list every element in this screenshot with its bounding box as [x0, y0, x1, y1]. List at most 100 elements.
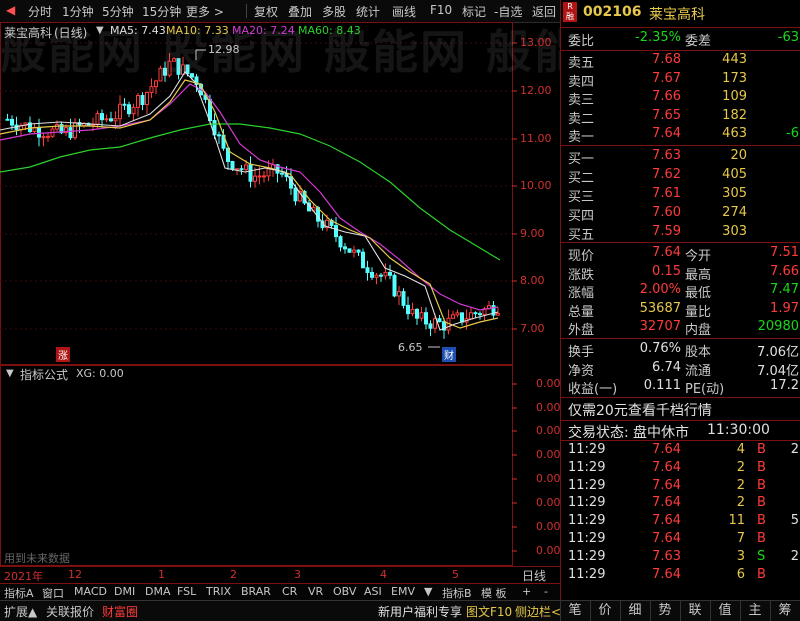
- ask-volume: 109: [722, 89, 747, 105]
- indicator-collapse-icon[interactable]: ▼: [6, 368, 14, 379]
- tick-row: 11:29 7.64 11 B 5: [561, 513, 800, 531]
- related-quote-button[interactable]: 关联报价: [46, 603, 94, 620]
- tick-row: 11:29 7.64 7 B: [561, 531, 800, 549]
- tick-volume: 4: [736, 442, 745, 457]
- tab-macd[interactable]: MACD: [74, 585, 107, 598]
- indicator-axis-label: 0.00: [536, 544, 561, 557]
- tab-emv[interactable]: EMV: [391, 585, 415, 598]
- x-axis-label: 5: [452, 568, 459, 581]
- candle-body: [383, 271, 388, 277]
- side-tab[interactable]: 主: [740, 601, 769, 621]
- bid-row: 买五 7.59 303: [561, 224, 800, 243]
- ma20-value: MA20: 7.24: [232, 24, 295, 37]
- candle-body: [37, 127, 41, 138]
- tab-brar[interactable]: BRAR: [241, 585, 271, 598]
- candle-body: [397, 291, 401, 297]
- toolbar-item-f10[interactable]: F10: [430, 3, 452, 17]
- tab-zoom-out[interactable]: -: [544, 585, 548, 598]
- tab-dma[interactable]: DMA: [145, 585, 171, 598]
- candle-body: [244, 164, 248, 171]
- stat-label: 量比: [685, 304, 712, 320]
- tab-obv[interactable]: OBV: [333, 585, 356, 598]
- x-axis: 2021年 12 1 2 3 4 5 日线: [0, 566, 560, 584]
- side-tab[interactable]: 联: [680, 601, 709, 621]
- x-axis-label: 4: [380, 568, 387, 581]
- indicator-panel[interactable]: ▼ 指标公式 XG: 0.00 0.00 0.00 0.00 0.00 0.00…: [0, 365, 561, 566]
- stat2-label: 流通: [685, 363, 712, 379]
- tab-zoom-in[interactable]: +: [522, 585, 531, 598]
- candle-body: [239, 168, 244, 171]
- ask-price: 7.66: [652, 89, 681, 105]
- ask-label: 卖二: [568, 111, 595, 127]
- ask-row: 卖二 7.65 182: [561, 108, 800, 127]
- tab-window[interactable]: 窗口: [42, 585, 64, 601]
- sidebar-toggle[interactable]: 侧边栏<: [515, 603, 561, 620]
- ask-row: 卖五 7.68 443: [561, 52, 800, 71]
- tick-side: B: [757, 442, 766, 457]
- bid-volume: 274: [722, 205, 747, 220]
- tick-price: 7.64: [652, 531, 681, 546]
- period-tab-daily[interactable]: 日线: [522, 567, 546, 584]
- back-arrow-icon[interactable]: ◀: [6, 3, 15, 17]
- ma5-value: MA5: 7.43: [110, 24, 166, 37]
- stat2-row: 换手 0.76% 股本 7.06亿: [561, 341, 800, 360]
- promo-row[interactable]: 仅需20元查看千档行情: [561, 400, 800, 420]
- ask-label: 卖四: [568, 74, 595, 90]
- indicator-frame: [0, 365, 517, 566]
- candle-body: [109, 118, 113, 122]
- trade-status: 盘中休市: [633, 425, 689, 441]
- stat2-value: 0.76%: [639, 341, 681, 356]
- promo-text[interactable]: 仅需20元查看千档行情: [568, 400, 712, 420]
- candle-body: [473, 312, 478, 315]
- zhang-badge[interactable]: 涨: [56, 347, 70, 362]
- candle-body: [118, 103, 122, 120]
- kline-chart-panel[interactable]: 般能网 股能网 般能网 般能网 莱宝高科 (日线) ▼ MA5: 7.43 MA…: [0, 22, 628, 365]
- side-tab[interactable]: 值: [710, 601, 739, 621]
- price-label: 13.00: [520, 36, 552, 49]
- candle-body: [352, 249, 356, 253]
- side-tab[interactable]: 势: [650, 601, 679, 621]
- tab-dmi[interactable]: DMI: [114, 585, 135, 598]
- tick-side: S: [757, 548, 766, 564]
- expand-button[interactable]: 扩展▲: [4, 603, 37, 620]
- f10-graphic-link[interactable]: 图文F10: [466, 603, 512, 620]
- new-user-welfare-link[interactable]: 新用户福利专享: [378, 603, 462, 620]
- collapse-arrow-icon[interactable]: ▼: [96, 25, 104, 36]
- candle-body: [266, 168, 271, 177]
- cai-badge[interactable]: 财: [442, 347, 456, 362]
- tab-more-icon[interactable]: ▼: [424, 585, 432, 598]
- stat2-row: 净资 6.74 流通 7.04亿: [561, 360, 800, 379]
- candle-body: [68, 127, 73, 139]
- tab-trix[interactable]: TRIX: [206, 585, 231, 598]
- candle-body: [131, 106, 136, 115]
- candle-body: [100, 113, 104, 121]
- x-axis-label: 3: [294, 568, 301, 581]
- indicator-name[interactable]: 指标公式: [20, 366, 68, 383]
- indicator-axis-label: 0.00: [536, 472, 561, 485]
- tab-indicator-b[interactable]: 指标B: [442, 585, 472, 601]
- low-price-mark: 6.65: [398, 341, 423, 354]
- weibi-label: 委比: [568, 34, 595, 49]
- wealth-circle-button[interactable]: 财富圈: [102, 603, 138, 620]
- tab-vr[interactable]: VR: [308, 585, 323, 598]
- tick-side: B: [757, 566, 766, 582]
- x-axis-label: 2021年: [4, 570, 43, 583]
- candle-body: [262, 175, 266, 178]
- tick-side: B: [757, 459, 766, 475]
- side-tab[interactable]: 笔: [560, 601, 589, 621]
- quote-stock-name: 莱宝高科: [649, 7, 705, 23]
- side-tab[interactable]: 细: [620, 601, 649, 621]
- side-tab[interactable]: 价: [590, 601, 619, 621]
- tick-side: B: [757, 495, 766, 511]
- tab-indicator-a[interactable]: 指标A: [4, 585, 34, 601]
- side-tab[interactable]: 筹: [770, 601, 799, 621]
- tab-template[interactable]: 模 板: [481, 585, 507, 601]
- tab-asi[interactable]: ASI: [364, 585, 382, 598]
- candle-body: [451, 314, 455, 319]
- tab-fsl[interactable]: FSL: [177, 585, 196, 598]
- bid-row: 买一 7.63 20: [561, 148, 800, 167]
- ma10-line: [0, 79, 499, 329]
- tab-cr[interactable]: CR: [282, 585, 297, 598]
- bid-label: 买四: [568, 209, 595, 224]
- stat2-label: 净资: [568, 363, 595, 379]
